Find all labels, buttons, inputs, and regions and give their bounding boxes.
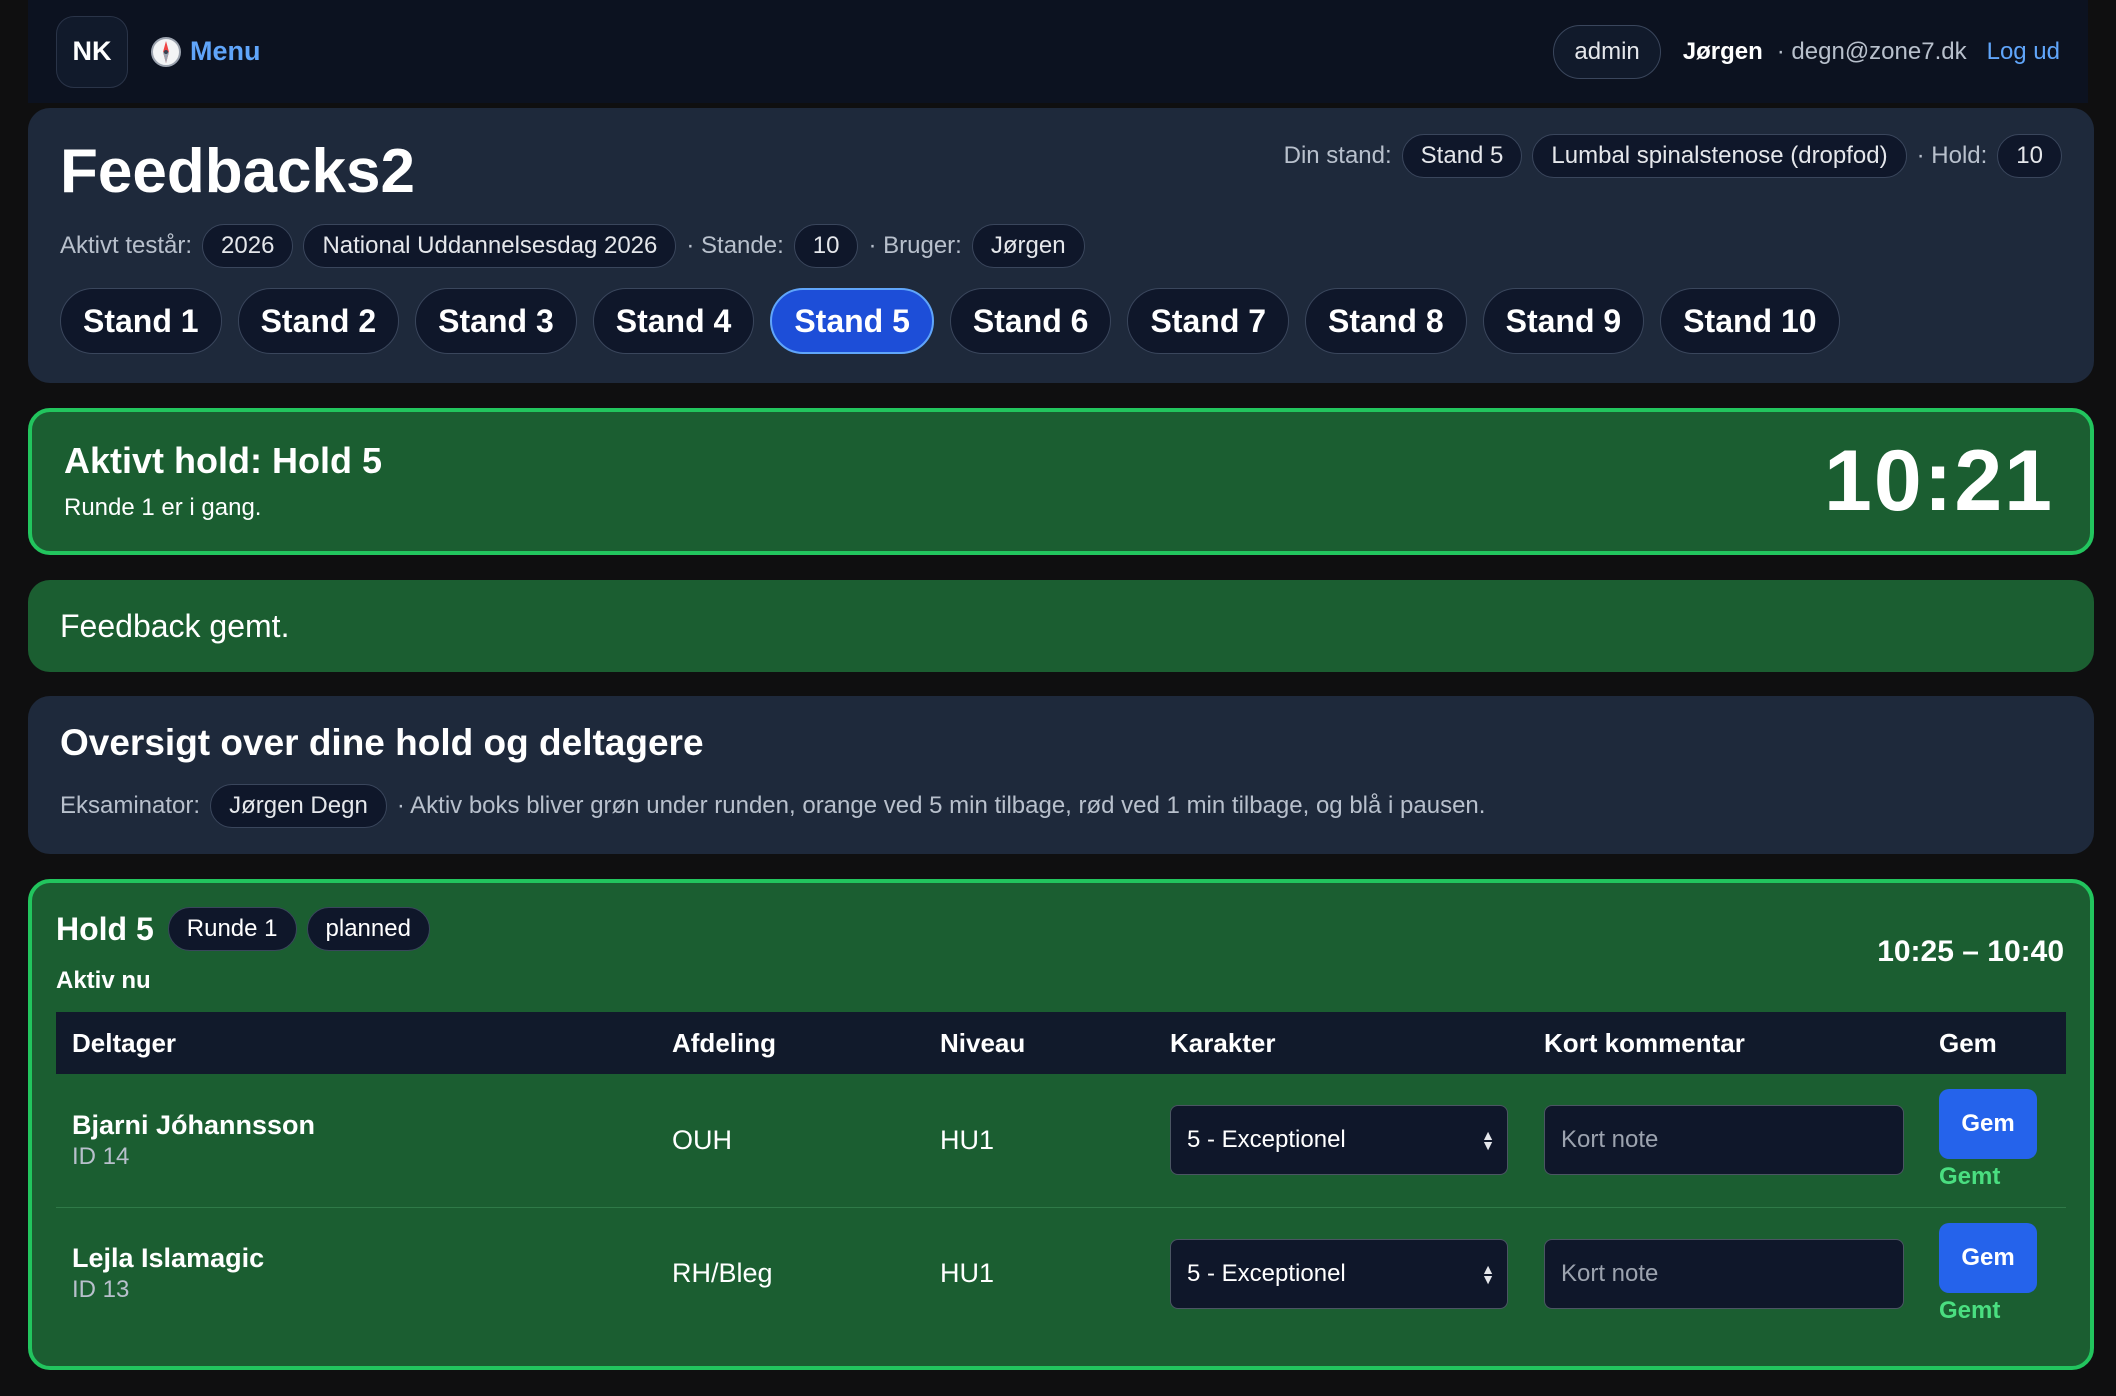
- tab-stand-10[interactable]: Stand 10: [1660, 288, 1840, 354]
- event-meta-row: Aktivt testår: 2026 National Uddannelses…: [60, 224, 1085, 268]
- bruger-badge: Jørgen: [971, 224, 1085, 268]
- user-email: · degn@zone7.dk: [1776, 37, 1967, 65]
- karakter-select[interactable]: 5 - Exceptionel ▲ ▼: [1170, 1105, 1508, 1176]
- header-card: Feedbacks2 Din stand: Stand 5 Lumbal spi…: [28, 108, 2094, 383]
- din-stand-row: Din stand: Stand 5 Lumbal spinalstenose …: [1284, 134, 2062, 178]
- din-stand-badge: Stand 5: [1401, 134, 1523, 178]
- afdeling-cell: RH/Bleg: [672, 1258, 773, 1289]
- table-row: Lejla Islamagic ID 13 RH/Bleg HU1 5 - Ex…: [56, 1207, 2066, 1340]
- flash-text: Feedback gemt.: [60, 607, 290, 644]
- tab-stand-3[interactable]: Stand 3: [415, 288, 577, 354]
- save-button[interactable]: Gem: [1939, 1222, 2037, 1293]
- tab-stand-8[interactable]: Stand 8: [1305, 288, 1467, 354]
- select-arrows-icon: ▲ ▼: [1481, 1260, 1495, 1287]
- saved-label: Gemt: [1939, 1163, 2001, 1191]
- active-hold-card: Aktivt hold: Hold 5 Runde 1 er i gang. 1…: [28, 408, 2094, 555]
- tab-stand-5[interactable]: Stand 5: [770, 288, 934, 354]
- participant-id: ID 13: [72, 1276, 130, 1304]
- kommentar-cell: [1528, 1207, 1923, 1340]
- bruger-label: · Bruger:: [868, 232, 962, 259]
- hold-time-range: 10:25 – 10:40: [1877, 935, 2064, 968]
- hold-card: Hold 5 Runde 1 planned Aktiv nu 10:25 – …: [28, 879, 2094, 1370]
- table-header-row: Deltager Afdeling Niveau Karakter Kort k…: [56, 1012, 2066, 1074]
- comment-input[interactable]: [1544, 1238, 1904, 1309]
- gem-cell: Gem Gemt: [1923, 1074, 2066, 1207]
- active-hold-title: Aktivt hold: Hold 5: [64, 440, 382, 481]
- active-hold-subtitle: Runde 1 er i gang.: [64, 494, 262, 521]
- overview-note: · Aktiv boks bliver grøn under runden, o…: [396, 792, 1486, 819]
- year-badge: 2026: [202, 224, 294, 268]
- event-badge: National Uddannelsesdag 2026: [303, 224, 677, 268]
- stande-badge: 10: [793, 224, 859, 268]
- active-now-label: Aktiv nu: [56, 967, 151, 994]
- overview-meta: Eksaminator: Jørgen Degn · Aktiv boks bl…: [60, 784, 2062, 828]
- tab-stand-7[interactable]: Stand 7: [1127, 288, 1290, 354]
- hold-label: · Hold:: [1916, 142, 1988, 169]
- col-gem: Gem: [1939, 1027, 1997, 1058]
- page-title: Feedbacks2: [60, 137, 415, 206]
- col-deltager: Deltager: [72, 1027, 177, 1058]
- karakter-value: 5 - Exceptionel: [1187, 1259, 1346, 1287]
- examiner-label: Eksaminator:: [60, 792, 201, 819]
- hold-header: Hold 5 Runde 1 planned: [56, 907, 2066, 951]
- participant-cell: Lejla Islamagic ID 13: [56, 1207, 656, 1340]
- stand-tabs: Stand 1 Stand 2 Stand 3 Stand 4 Stand 5 Stand…: [60, 288, 1840, 354]
- stande-label: · Stande:: [686, 232, 784, 259]
- tab-stand-1[interactable]: Stand 1: [60, 288, 222, 354]
- participant-id: ID 14: [72, 1142, 130, 1170]
- role-badge: admin: [1553, 24, 1661, 79]
- aktivt-label: Aktivt testår:: [60, 232, 193, 259]
- col-niveau: Niveau: [940, 1027, 1026, 1058]
- col-karakter: Karakter: [1170, 1027, 1276, 1058]
- karakter-cell: 5 - Exceptionel ▲ ▼: [1154, 1207, 1528, 1340]
- overview-title: Oversigt over dine hold og deltagere: [60, 722, 704, 763]
- select-arrows-icon: ▲ ▼: [1481, 1127, 1495, 1154]
- tab-stand-2[interactable]: Stand 2: [237, 288, 400, 354]
- top-navbar: NK Menu admin Jørgen · degn@zone7.dk Log…: [28, 0, 2088, 103]
- din-stand-label: Din stand:: [1283, 142, 1392, 169]
- participant-name: Lejla Islamagic: [72, 1243, 265, 1274]
- status-badge: planned: [306, 907, 430, 951]
- examiner-badge: Jørgen Degn: [210, 784, 387, 828]
- logout-link[interactable]: Log ud: [1987, 38, 2060, 66]
- menu-label: Menu: [190, 36, 261, 66]
- saved-label: Gemt: [1939, 1296, 2001, 1324]
- tab-stand-6[interactable]: Stand 6: [949, 288, 1112, 354]
- flash-message: Feedback gemt.: [28, 580, 2094, 672]
- user-name: Jørgen: [1682, 37, 1763, 65]
- gem-cell: Gem Gemt: [1923, 1207, 2066, 1340]
- logo-badge[interactable]: NK: [56, 15, 128, 88]
- kommentar-cell: [1528, 1074, 1923, 1207]
- participants-table: Deltager Afdeling Niveau Karakter Kort k…: [56, 1012, 2066, 1340]
- niveau-cell: HU1: [940, 1258, 995, 1289]
- overview-card: Oversigt over dine hold og deltagere Eks…: [28, 696, 2094, 854]
- comment-input[interactable]: [1544, 1105, 1904, 1176]
- col-afdeling: Afdeling: [672, 1027, 776, 1058]
- karakter-value: 5 - Exceptionel: [1187, 1126, 1346, 1154]
- save-button[interactable]: Gem: [1939, 1089, 2037, 1160]
- hold-count-badge: 10: [1997, 134, 2062, 178]
- menu-button[interactable]: Menu: [150, 36, 261, 68]
- user-area: admin Jørgen · degn@zone7.dk Log ud: [1553, 24, 2060, 79]
- afdeling-cell: OUH: [672, 1124, 732, 1155]
- table-row: Bjarni Jóhannsson ID 14 OUH HU1 5 - Exce…: [56, 1074, 2066, 1207]
- karakter-cell: 5 - Exceptionel ▲ ▼: [1154, 1074, 1528, 1207]
- tab-stand-4[interactable]: Stand 4: [592, 288, 755, 354]
- karakter-select[interactable]: 5 - Exceptionel ▲ ▼: [1170, 1238, 1508, 1309]
- compass-icon: [151, 36, 181, 67]
- round-badge: Runde 1: [167, 907, 297, 951]
- niveau-cell: HU1: [940, 1124, 995, 1155]
- participant-name: Bjarni Jóhannsson: [72, 1109, 316, 1140]
- participant-cell: Bjarni Jóhannsson ID 14: [56, 1074, 656, 1207]
- case-badge: Lumbal spinalstenose (dropfod): [1532, 134, 1907, 178]
- col-kommentar: Kort kommentar: [1544, 1027, 1745, 1058]
- tab-stand-9[interactable]: Stand 9: [1482, 288, 1645, 354]
- countdown-timer: 10:21: [1824, 433, 2054, 529]
- hold-title: Hold 5: [56, 910, 154, 947]
